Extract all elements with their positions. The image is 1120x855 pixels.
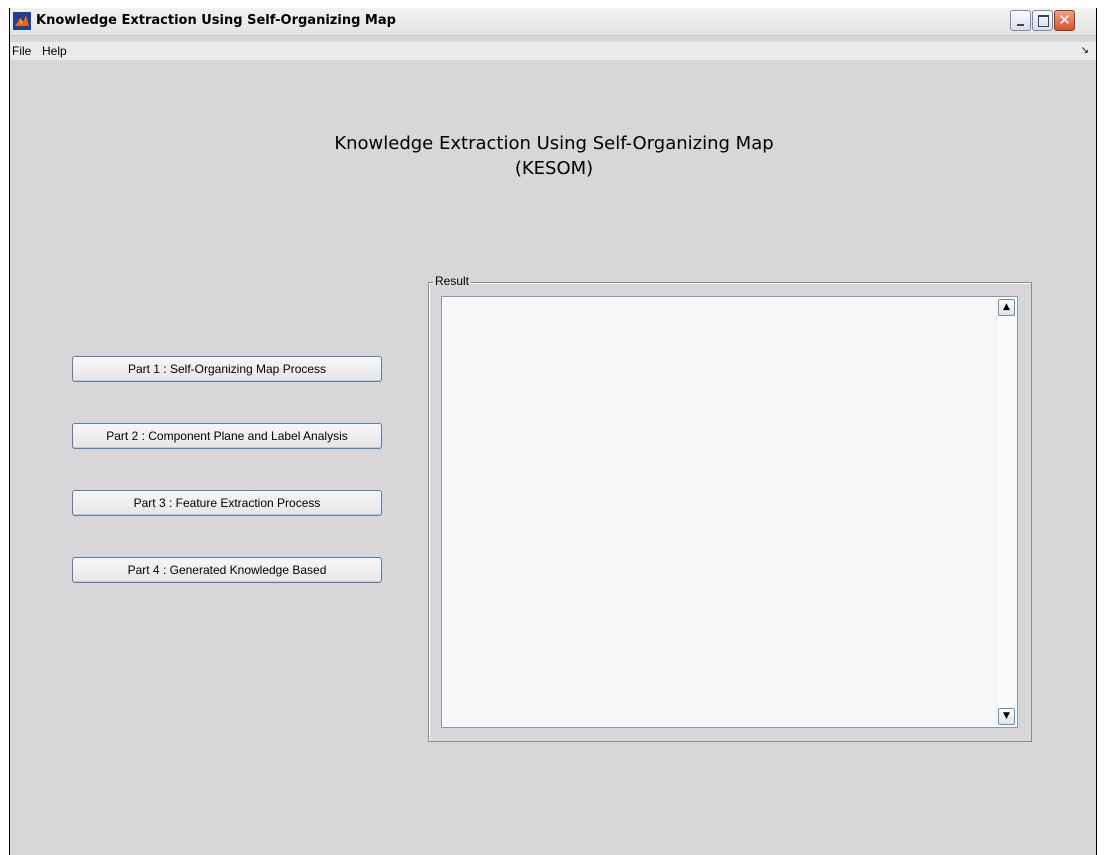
app-window: Knowledge Extraction Using Self-Organizi… bbox=[9, 8, 1097, 855]
part2-button[interactable]: Part 2 : Component Plane and Label Analy… bbox=[72, 423, 382, 449]
page-subtitle: (KESOM) bbox=[514, 158, 594, 179]
result-panel: Result ▲ ▼ bbox=[428, 274, 1032, 742]
window-title: Knowledge Extraction Using Self-Organizi… bbox=[36, 13, 396, 28]
close-icon: ✕ bbox=[1058, 11, 1071, 29]
page-title: Knowledge Extraction Using Self-Organizi… bbox=[334, 133, 774, 154]
scroll-down-icon[interactable]: ▼ bbox=[998, 708, 1015, 725]
menu-file[interactable]: File bbox=[12, 44, 31, 58]
dock-arrow-icon[interactable]: ↘ bbox=[1081, 45, 1089, 56]
minimize-icon bbox=[1017, 24, 1024, 26]
menu-help[interactable]: Help bbox=[42, 44, 67, 58]
result-listbox[interactable]: ▲ ▼ bbox=[441, 296, 1018, 728]
scroll-up-icon[interactable]: ▲ bbox=[998, 299, 1015, 316]
menu-bar: File Help ↘ bbox=[10, 42, 1096, 60]
result-label: Result bbox=[433, 274, 472, 288]
maximize-icon bbox=[1038, 15, 1049, 27]
maximize-button[interactable] bbox=[1032, 10, 1053, 31]
minimize-button[interactable] bbox=[1010, 10, 1031, 31]
part3-button[interactable]: Part 3 : Feature Extraction Process bbox=[72, 490, 382, 516]
matlab-icon bbox=[13, 12, 31, 30]
part4-button[interactable]: Part 4 : Generated Knowledge Based bbox=[72, 557, 382, 583]
close-button[interactable]: ✕ bbox=[1054, 10, 1075, 31]
title-bar[interactable]: Knowledge Extraction Using Self-Organizi… bbox=[10, 8, 1096, 36]
vertical-scrollbar[interactable]: ▲ ▼ bbox=[996, 297, 1017, 727]
part1-button[interactable]: Part 1 : Self-Organizing Map Process bbox=[72, 356, 382, 382]
